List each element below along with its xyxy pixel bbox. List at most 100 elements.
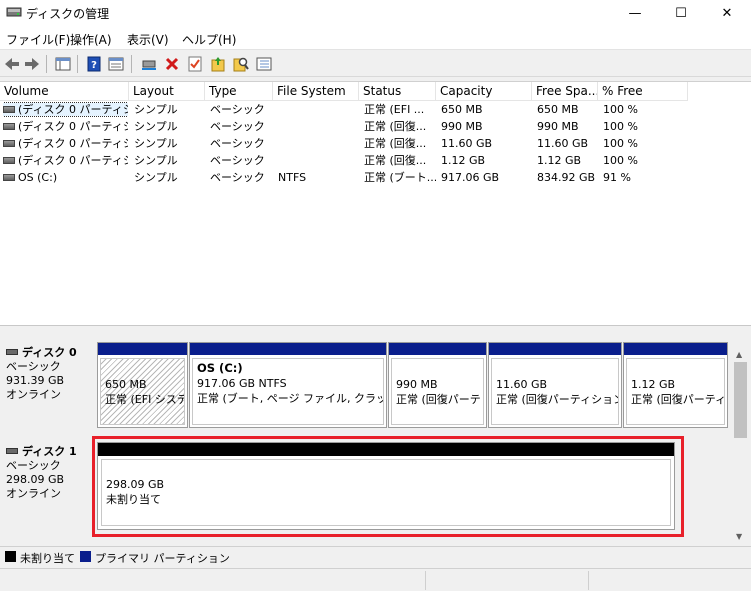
maximize-button[interactable]: ☐ — [658, 0, 704, 26]
forward-button[interactable] — [22, 54, 42, 74]
console-tree-button[interactable] — [53, 54, 73, 74]
volume-free: 834.92 GB — [537, 171, 596, 184]
table-row[interactable]: OS (C:) シンプル ベーシック NTFS 正常 (ブート... 917.0… — [0, 169, 751, 186]
partition-status: 正常 (EFI システ — [105, 393, 185, 406]
properties-button[interactable] — [106, 54, 126, 74]
menu-file[interactable]: ファイル(F) — [6, 31, 70, 48]
menu-action[interactable]: 操作(A) — [70, 31, 112, 48]
search-icon — [233, 57, 249, 72]
close-button[interactable]: ✕ — [704, 0, 750, 26]
scroll-down-icon[interactable]: ▼ — [736, 532, 742, 541]
volume-list: Volume Layout Type File System Status Ca… — [0, 81, 751, 325]
minimize-button[interactable]: — — [612, 0, 658, 26]
volume-capacity: 11.60 GB — [441, 137, 493, 150]
menu-help[interactable]: ヘルプ(H) — [182, 31, 236, 48]
volume-name: (ディスク 0 パーティシ... — [18, 137, 128, 150]
scrollbar-thumb[interactable] — [734, 362, 747, 438]
volume-status: 正常 (ブート... — [364, 171, 436, 184]
partition-type-bar — [624, 343, 727, 355]
legend-unallocated-label: 未割り当て — [20, 552, 75, 565]
status-divider — [425, 571, 426, 590]
column-file-system[interactable]: File System — [273, 82, 359, 101]
table-row[interactable]: (ディスク 0 パーティシ... シンプル ベーシック 正常 (回復... 11… — [0, 135, 751, 152]
volume-icon — [3, 174, 15, 181]
list-button[interactable] — [254, 54, 274, 74]
partition-status: 正常 (回復パーテ — [396, 393, 481, 406]
volume-layout: シンプル — [134, 137, 178, 150]
volume-name: OS (C:) — [18, 171, 58, 184]
volume-status: 正常 (回復... — [364, 154, 427, 167]
vertical-scrollbar[interactable]: ▲ ▼ — [732, 348, 749, 545]
highlight-box — [92, 436, 684, 537]
disk0-size: 931.39 GB — [6, 374, 65, 387]
column-status[interactable]: Status — [359, 82, 436, 101]
toolbar-separator — [46, 55, 47, 73]
volume-type: ベーシック — [210, 171, 265, 184]
svg-text:?: ? — [91, 60, 97, 71]
disk1-label[interactable]: ディスク 1 ベーシック 298.09 GB オンライン — [6, 445, 92, 501]
partition-recovery-2[interactable]: 11.60 GB 正常 (回復パーティション) — [488, 342, 622, 428]
partition-name: OS (C:) — [197, 361, 243, 375]
partition-status: 正常 (ブート, ページ ファイル, クラッシュ ダ — [197, 392, 383, 405]
title-bar: ディスクの管理 — ☐ ✕ — [0, 0, 751, 26]
column-layout[interactable]: Layout — [129, 82, 205, 101]
connect-button[interactable] — [139, 54, 159, 74]
volume-layout: シンプル — [134, 171, 178, 184]
table-row[interactable]: (ディスク 0 パーティシ... シンプル ベーシック 正常 (回復... 99… — [0, 118, 751, 135]
partition-size: 990 MB — [396, 378, 438, 391]
partition-os-c[interactable]: OS (C:) 917.06 GB NTFS 正常 (ブート, ページ ファイル… — [189, 342, 387, 428]
partition-size: 650 MB — [105, 378, 147, 391]
column-volume[interactable]: Volume — [0, 82, 129, 101]
volume-fs — [278, 118, 358, 135]
volume-type: ベーシック — [210, 103, 265, 116]
maximize-icon: ☐ — [675, 5, 687, 21]
volume-icon — [3, 157, 15, 164]
legend-unallocated-swatch — [5, 551, 16, 562]
volume-icon — [3, 123, 15, 130]
table-row[interactable]: (ディスク 0 パーティシ... シンプル ベーシック 正常 (EFI ... … — [0, 101, 751, 118]
partition-status: 正常 (回復パーティ — [631, 393, 725, 406]
help-button[interactable]: ? — [84, 54, 104, 74]
volume-free: 11.60 GB — [537, 137, 589, 150]
partition-recovery-3[interactable]: 1.12 GB 正常 (回復パーティ — [623, 342, 728, 428]
status-bar — [0, 568, 751, 591]
volume-fs — [278, 135, 358, 152]
volume-name: (ディスク 0 パーティシ... — [18, 103, 128, 116]
partition-recovery-1[interactable]: 990 MB 正常 (回復パーテ — [388, 342, 487, 428]
volume-type: ベーシック — [210, 154, 265, 167]
volume-type: ベーシック — [210, 137, 265, 150]
pane-splitter[interactable] — [0, 325, 751, 329]
properties-icon — [108, 57, 124, 71]
volume-layout: シンプル — [134, 154, 178, 167]
column-capacity[interactable]: Capacity — [436, 82, 532, 101]
volume-status: 正常 (回復... — [364, 120, 427, 133]
partition-size: 917.06 GB NTFS — [197, 377, 287, 390]
export-button[interactable] — [208, 54, 228, 74]
partition-efi[interactable]: 650 MB 正常 (EFI システ — [97, 342, 188, 428]
delete-button[interactable] — [162, 54, 182, 74]
list-icon — [256, 57, 272, 71]
disk-icon — [6, 448, 18, 454]
column-free-space[interactable]: Free Spa... — [532, 82, 598, 101]
disk-management-icon — [6, 7, 22, 17]
scroll-up-icon[interactable]: ▲ — [736, 350, 742, 359]
volume-icon — [3, 106, 15, 113]
search-button[interactable] — [231, 54, 251, 74]
disk1-type: ベーシック — [6, 459, 61, 472]
volume-fs — [278, 152, 358, 169]
check-button[interactable] — [185, 54, 205, 74]
forward-icon — [25, 58, 39, 70]
volume-free: 990 MB — [537, 120, 579, 133]
menu-view[interactable]: 表示(V) — [127, 31, 169, 48]
back-button[interactable] — [2, 54, 22, 74]
disk0-label[interactable]: ディスク 0 ベーシック 931.39 GB オンライン — [6, 346, 92, 402]
disk1-state: オンライン — [6, 487, 61, 500]
column-type[interactable]: Type — [205, 82, 273, 101]
table-row[interactable]: (ディスク 0 パーティシ... シンプル ベーシック 正常 (回復... 1.… — [0, 152, 751, 169]
volume-capacity: 917.06 GB — [441, 171, 500, 184]
volume-fs — [278, 101, 358, 118]
disk0-state: オンライン — [6, 388, 61, 401]
menu-bar: ファイル(F) 操作(A) 表示(V) ヘルプ(H) — [0, 26, 751, 50]
column-percent-free[interactable]: % Free — [598, 82, 688, 101]
volume-fs: NTFS — [278, 171, 307, 184]
